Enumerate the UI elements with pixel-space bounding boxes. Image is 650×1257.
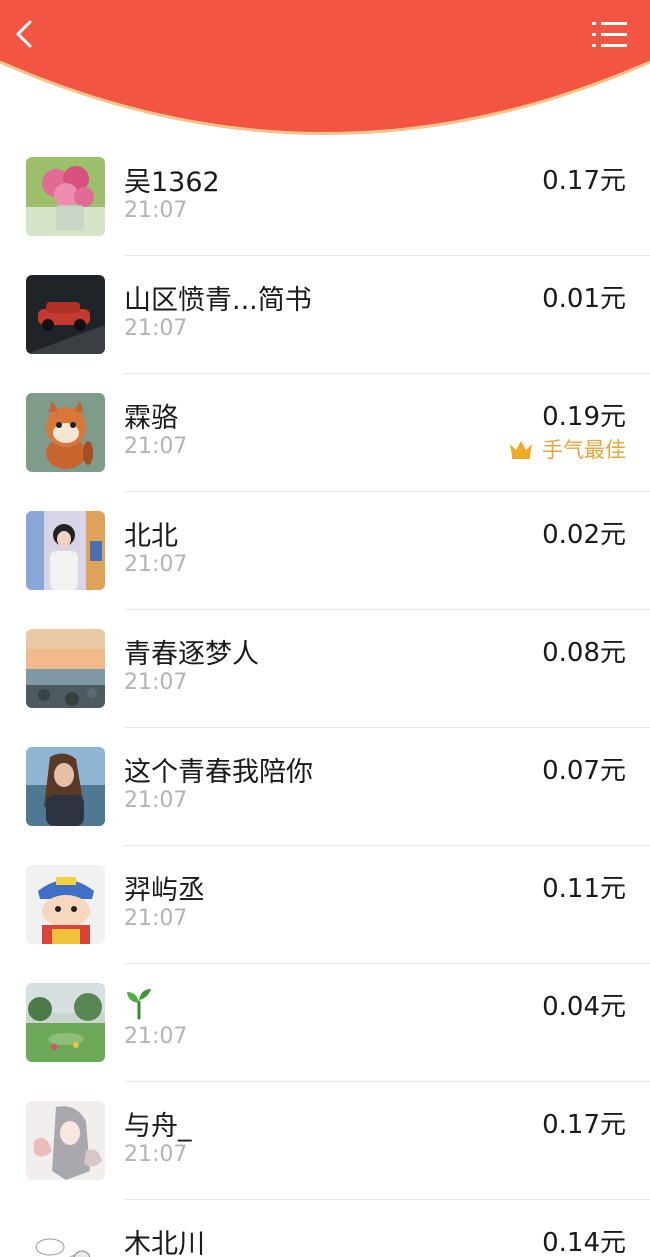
list-item[interactable]: 这个青春我陪你 21:07 0.07元 [0,728,650,846]
list-item[interactable]: 青春逐梦人 21:07 0.08元 [0,610,650,728]
member-name: 霖骆 [124,403,178,434]
avatar[interactable] [26,865,105,944]
member-name: 青春逐梦人 [124,639,259,670]
avatar[interactable] [26,1101,105,1180]
claim-time: 21:07 [124,788,188,813]
member-name: 与舟_ [124,1111,192,1142]
avatar[interactable] [26,629,105,708]
claim-amount: 0.04元 [542,992,626,1022]
records-menu-button[interactable] [590,18,630,52]
claim-time: 21:07 [124,552,188,577]
back-button[interactable] [8,14,44,54]
avatar[interactable] [26,275,105,354]
sprout-icon [127,989,151,1020]
list-item[interactable]: 霖骆 21:07 0.19元 手气最佳 [0,374,650,492]
member-name: 北北 [124,521,178,552]
avatar[interactable] [26,511,105,590]
claim-amount: 0.19元 [542,402,626,432]
claim-amount: 0.17元 [542,166,626,196]
member-name: 吴1362 [124,167,220,198]
list-item[interactable]: 21:07 0.04元 [0,964,650,1082]
header-curved-background [0,0,650,135]
avatar[interactable] [26,983,105,1062]
best-luck-label: 手气最佳 [542,438,626,462]
list-item[interactable]: 北北 21:07 0.02元 [0,492,650,610]
claim-amount: 0.07元 [542,756,626,786]
member-name: 羿屿丞 [124,875,205,906]
claim-time: 21:07 [124,198,188,223]
red-packet-detail-page: 吴1362 21:07 0.17元 山区愤青...简书 21:07 0.01元 [0,0,650,1257]
chevron-left-icon [16,20,32,48]
claim-amount: 0.01元 [542,284,626,314]
avatar[interactable] [26,747,105,826]
crown-icon [510,441,532,459]
best-luck-badge: 手气最佳 [508,434,626,464]
claim-time: 21:07 [124,316,188,341]
list-item[interactable]: 羿屿丞 21:07 0.11元 [0,846,650,964]
claim-amount: 0.14元 [542,1228,626,1257]
list-item[interactable]: 与舟_ 21:07 0.17元 [0,1082,650,1200]
claim-amount: 0.08元 [542,638,626,668]
avatar[interactable] [26,157,105,236]
member-name: 这个青春我陪你 [124,757,313,788]
member-name: 木北川 [124,1229,205,1257]
list-menu-icon [592,22,627,47]
claim-time: 21:07 [124,1024,188,1049]
avatar[interactable] [26,1219,105,1257]
red-packet-header [0,0,650,150]
member-name [124,986,154,1020]
avatar[interactable] [26,393,105,472]
claim-amount: 0.17元 [542,1110,626,1140]
claim-record-list: 吴1362 21:07 0.17元 山区愤青...简书 21:07 0.01元 [0,138,650,1257]
member-name: 山区愤青...简书 [124,285,312,316]
list-item[interactable]: 吴1362 21:07 0.17元 [0,138,650,256]
list-item[interactable]: 山区愤青...简书 21:07 0.01元 [0,256,650,374]
claim-time: 21:07 [124,434,188,459]
claim-time: 21:07 [124,906,188,931]
claim-amount: 0.11元 [542,874,626,904]
list-item[interactable]: 木北川 0.14元 [0,1200,650,1257]
claim-time: 21:07 [124,1142,188,1167]
claim-time: 21:07 [124,670,188,695]
claim-amount: 0.02元 [542,520,626,550]
